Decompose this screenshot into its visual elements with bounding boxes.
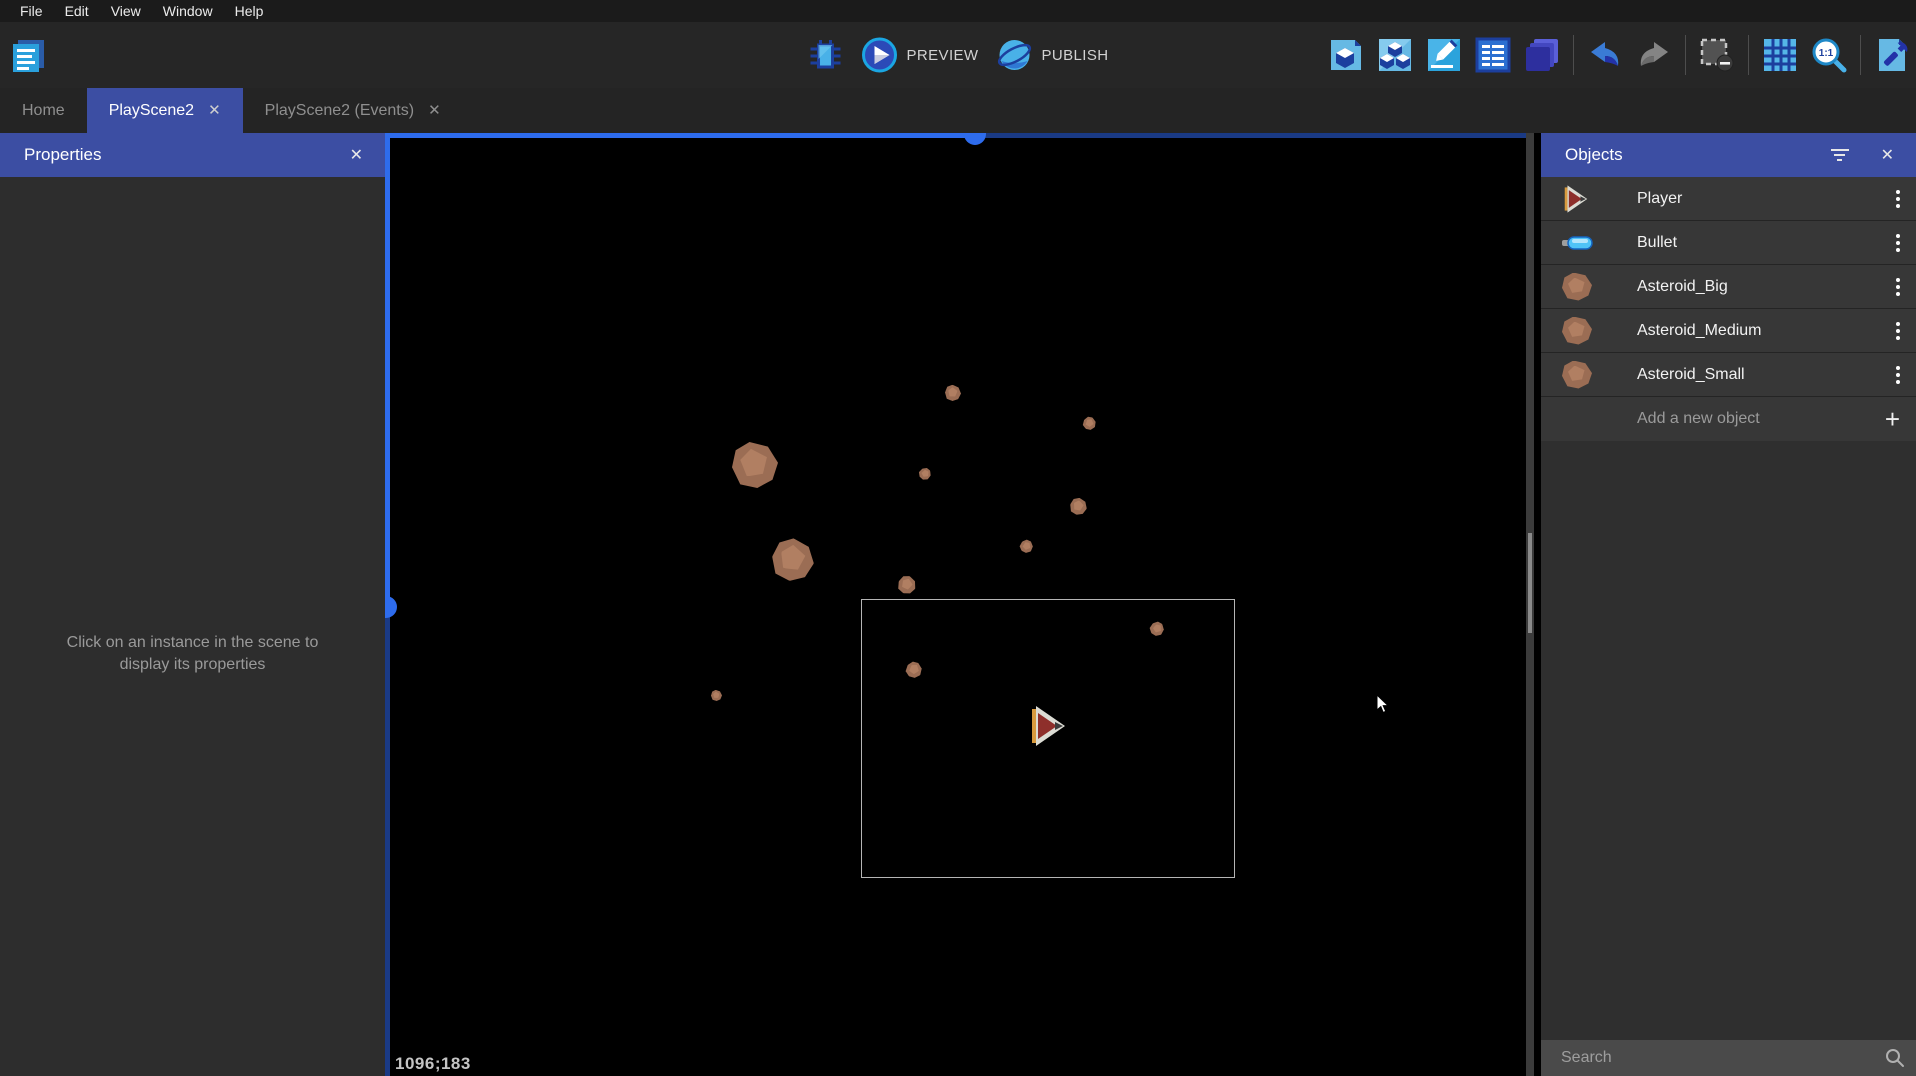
properties-header: Properties ✕ — [0, 133, 385, 177]
tab-home[interactable]: Home — [0, 88, 87, 133]
scene-canvas[interactable]: 1096;183 — [385, 133, 1541, 1076]
vertical-scrollbar[interactable] — [385, 133, 390, 607]
publish-button[interactable]: PUBLISH — [996, 37, 1108, 73]
tab-playscene2[interactable]: PlayScene2 ✕ — [87, 88, 243, 133]
horizontal-scrollbar[interactable] — [390, 133, 975, 138]
vertical-scrollbar-thumb[interactable] — [385, 596, 397, 618]
bullet-thumbnail-icon — [1559, 226, 1595, 260]
objects-title: Objects — [1565, 145, 1831, 165]
toolbar-separator — [1860, 35, 1861, 75]
preview-label: PREVIEW — [907, 47, 979, 64]
object-row-bullet[interactable]: Bullet — [1541, 221, 1916, 265]
asteroid-thumbnail-icon — [1559, 270, 1595, 304]
mouse-cursor-icon — [1376, 694, 1390, 714]
redo-icon[interactable] — [1636, 37, 1672, 73]
zoom-1to1-icon[interactable]: 1:1 — [1811, 37, 1847, 73]
layers-stack-icon[interactable] — [1524, 37, 1560, 73]
undo-icon[interactable] — [1587, 37, 1623, 73]
menu-edit[interactable]: Edit — [55, 0, 99, 22]
close-icon[interactable]: ✕ — [1875, 143, 1900, 167]
horizontal-scrollbar-track[interactable] — [975, 133, 1531, 138]
close-icon[interactable]: ✕ — [428, 103, 441, 118]
layers-list-icon[interactable] — [1475, 37, 1511, 73]
object-menu-dots-icon[interactable] — [1896, 234, 1900, 252]
toolbar-separator — [1748, 35, 1749, 75]
object-row-player[interactable]: Player — [1541, 177, 1916, 221]
objects-panel-empty-area — [1541, 441, 1916, 1040]
grid-icon[interactable] — [1762, 37, 1798, 73]
object-menu-dots-icon[interactable] — [1896, 190, 1900, 208]
add-new-object-button[interactable]: Add a new object + — [1541, 397, 1916, 441]
properties-empty-message: Click on an instance in the scene to dis… — [0, 632, 385, 676]
asteroid-thumbnail-icon — [1559, 314, 1595, 348]
toolbar-separator — [1685, 35, 1686, 75]
project-manager-icon[interactable] — [8, 36, 48, 76]
asteroid-instance[interactable] — [1017, 537, 1035, 555]
menu-help[interactable]: Help — [225, 0, 274, 22]
debugger-tools-icon[interactable] — [1874, 37, 1910, 73]
tab-home-label: Home — [22, 102, 65, 120]
objects-search-bar — [1541, 1040, 1916, 1076]
object-menu-dots-icon[interactable] — [1896, 322, 1900, 340]
menu-file[interactable]: File — [10, 0, 53, 22]
object-menu-dots-icon[interactable] — [1896, 278, 1900, 296]
menu-window[interactable]: Window — [153, 0, 223, 22]
search-input[interactable] — [1541, 1040, 1916, 1076]
cursor-coordinates: 1096;183 — [395, 1054, 471, 1074]
object-row-asteroid-small[interactable]: Asteroid_Small — [1541, 353, 1916, 397]
publish-label: PUBLISH — [1041, 47, 1108, 64]
search-icon — [1884, 1047, 1906, 1069]
objects-header: Objects ✕ — [1541, 133, 1916, 177]
debugger-bug-icon[interactable] — [808, 37, 844, 73]
asteroid-instance[interactable] — [944, 384, 963, 403]
objects-panel: Objects ✕ Player — [1541, 133, 1916, 1076]
toolbar-separator — [1573, 35, 1574, 75]
properties-panel: Properties ✕ Click on an instance in the… — [0, 133, 385, 1076]
close-icon[interactable]: ✕ — [208, 103, 221, 118]
svg-text:1:1: 1:1 — [1819, 48, 1834, 59]
object-row-asteroid-medium[interactable]: Asteroid_Medium — [1541, 309, 1916, 353]
deselect-icon[interactable] — [1699, 37, 1735, 73]
asteroid-instance[interactable] — [1080, 414, 1098, 432]
asteroid-instance[interactable] — [917, 466, 932, 481]
tab-playscene2-events-label: PlayScene2 (Events) — [265, 102, 414, 120]
asteroid-thumbnail-icon — [1559, 358, 1595, 392]
horizontal-scrollbar-thumb[interactable] — [964, 133, 986, 145]
asteroid-instance[interactable] — [710, 689, 722, 701]
tab-playscene2-label: PlayScene2 — [109, 102, 194, 120]
publish-globe-icon — [996, 37, 1032, 73]
edit-scene-pencil-icon[interactable] — [1426, 37, 1462, 73]
asteroid-instance[interactable] — [732, 442, 778, 488]
plus-icon: + — [1885, 406, 1900, 432]
tab-bar: Home PlayScene2 ✕ PlayScene2 (Events) ✕ — [0, 88, 1916, 133]
player-instance[interactable] — [1032, 704, 1068, 748]
preview-button[interactable]: PREVIEW — [862, 37, 979, 73]
toolbar: PREVIEW PUBLISH — [0, 22, 1916, 88]
instances-cubes-icon[interactable] — [1377, 37, 1413, 73]
filter-icon[interactable] — [1831, 149, 1849, 161]
right-scrollbar-thumb[interactable] — [1528, 533, 1532, 633]
asteroid-instance[interactable] — [895, 573, 920, 598]
vertical-scrollbar-track[interactable] — [385, 607, 390, 1076]
asteroid-instance[interactable] — [767, 534, 818, 585]
preview-play-icon — [862, 37, 898, 73]
tab-playscene2-events[interactable]: PlayScene2 (Events) ✕ — [243, 88, 463, 133]
menu-bar: File Edit View Window Help — [0, 0, 1916, 22]
objects-editor-icon[interactable] — [1328, 37, 1364, 73]
menu-view[interactable]: View — [101, 0, 151, 22]
asteroid-instance[interactable] — [1067, 495, 1089, 517]
properties-title: Properties — [24, 145, 344, 165]
close-icon[interactable]: ✕ — [344, 143, 369, 167]
object-row-asteroid-big[interactable]: Asteroid_Big — [1541, 265, 1916, 309]
player-thumbnail-icon — [1559, 182, 1595, 216]
object-menu-dots-icon[interactable] — [1896, 366, 1900, 384]
